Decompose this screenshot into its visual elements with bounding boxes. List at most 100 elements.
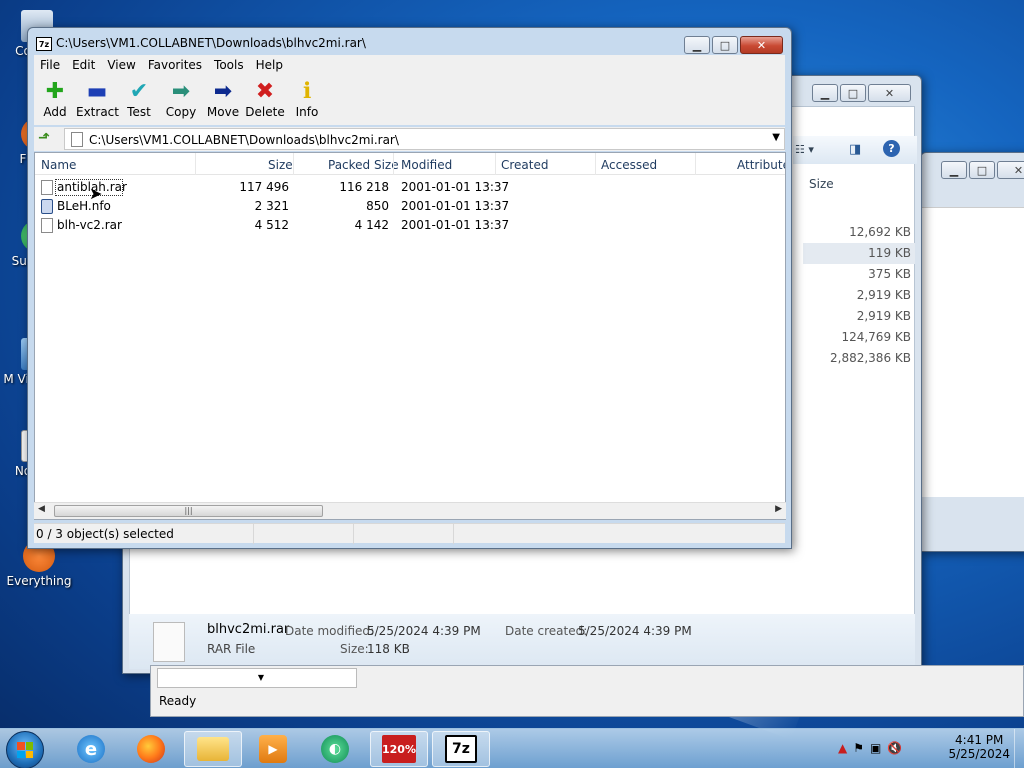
column-modified[interactable]: Modified	[401, 158, 452, 172]
chat-icon: ◐	[321, 735, 349, 763]
scroll-right-arrow-icon[interactable]: ▶	[775, 504, 782, 514]
lower-window[interactable]: ▼ Ready	[150, 665, 1024, 717]
menu-view[interactable]: View	[101, 55, 141, 75]
help-icon[interactable]: ?	[883, 140, 900, 157]
menu-help[interactable]: Help	[250, 55, 289, 75]
folder-icon	[197, 737, 229, 761]
close-button[interactable]: ✕	[997, 161, 1024, 179]
details-filename: blhvc2mi.rar	[207, 622, 290, 637]
view-options-icon[interactable]: ☷ ▾	[795, 143, 814, 156]
horizontal-scrollbar[interactable]: ◀ ||| ▶	[34, 502, 786, 519]
up-folder-icon[interactable]: ⬏	[38, 130, 56, 148]
maximize-button[interactable]: □	[969, 161, 995, 179]
scrollbar-thumb[interactable]: |||	[54, 505, 323, 517]
column-accessed[interactable]: Accessed	[601, 158, 657, 172]
column-packed-size[interactable]: Packed Size	[328, 158, 399, 172]
arrow-right-icon: ➡	[171, 79, 191, 104]
file-modified: 2001-01-01 13:37	[401, 180, 510, 194]
move-button[interactable]: ➡ Move	[202, 75, 244, 125]
size-label: Size:	[340, 642, 369, 656]
date-modified-label: Date modified:	[285, 624, 375, 638]
7zip-app-icon[interactable]: 7z	[36, 37, 52, 51]
show-desktop-button[interactable]	[1014, 729, 1024, 768]
volume-muted-icon[interactable]: 🔇	[887, 741, 902, 755]
delete-label: Delete	[245, 105, 285, 119]
acrobat-tray-icon[interactable]: ▲	[838, 741, 847, 755]
column-size[interactable]: Size	[268, 158, 293, 172]
window-title: C:\Users\VM1.COLLABNET\Downloads\blhvc2m…	[56, 36, 366, 50]
minimize-button[interactable]: ▁	[941, 161, 967, 179]
column-name[interactable]: Name	[41, 158, 76, 172]
column-attribute[interactable]: Attribute	[737, 158, 785, 172]
add-button[interactable]: ✚ Add	[34, 75, 76, 125]
close-button[interactable]: ✕	[740, 36, 783, 54]
clock[interactable]: 4:41 PM 5/25/2024	[948, 733, 1010, 761]
minimize-button[interactable]: ▁	[684, 36, 710, 54]
background-window-right[interactable]: ▁ □ ✕	[920, 152, 1024, 552]
file-name: blh-vc2.rar	[57, 218, 122, 232]
menu-favorites[interactable]: Favorites	[142, 55, 208, 75]
7zip-window[interactable]: 7z C:\Users\VM1.COLLABNET\Downloads\blhv…	[27, 27, 792, 549]
maximize-button[interactable]: □	[840, 84, 866, 102]
start-button[interactable]	[6, 731, 44, 768]
file-list[interactable]: Name Size Packed Size Modified Created A…	[34, 152, 786, 520]
file-icon	[71, 132, 83, 147]
menu-tools[interactable]: Tools	[208, 55, 250, 75]
delete-x-icon: ✖	[255, 79, 275, 104]
table-row[interactable]: blh-vc2.rar 4 512 4 142 2001-01-01 13:37	[35, 216, 785, 235]
taskbar-media-player[interactable]: ▶	[244, 731, 302, 767]
menu-file[interactable]: File	[34, 55, 66, 75]
size-cell: 12,692 KB	[849, 225, 911, 239]
address-field[interactable]: C:\Users\VM1.COLLABNET\Downloads\blhvc2m…	[64, 128, 785, 150]
dropdown[interactable]: ▼	[157, 668, 357, 688]
command-bar: ☷ ▾ ◨ ?	[793, 136, 917, 164]
close-button[interactable]: ✕	[868, 84, 911, 102]
copy-label: Copy	[165, 105, 197, 119]
menu-bar: File Edit View Favorites Tools Help	[34, 55, 785, 75]
acrobat-icon: 120%	[382, 735, 416, 763]
details-pane: blhvc2mi.rar RAR File Date modified: 5/2…	[129, 614, 915, 669]
chevron-down-icon[interactable]: ▼	[772, 132, 780, 143]
maximize-button[interactable]: □	[712, 36, 738, 54]
size-cell: 2,919 KB	[856, 309, 911, 323]
7zip-icon: 7z	[445, 735, 477, 763]
network-icon[interactable]: ▣	[870, 741, 881, 755]
move-label: Move	[206, 105, 240, 119]
date-modified-value: 5/25/2024 4:39 PM	[367, 624, 481, 638]
taskbar-firefox[interactable]	[122, 731, 180, 767]
scroll-left-arrow-icon[interactable]: ◀	[38, 504, 45, 514]
plus-icon: ✚	[45, 79, 65, 104]
file-size: 117 496	[239, 180, 289, 194]
extract-button[interactable]: ▬ Extract	[76, 75, 119, 125]
column-created[interactable]: Created	[501, 158, 549, 172]
file-packed-size: 850	[366, 199, 389, 213]
minimize-button[interactable]: ▁	[812, 84, 838, 102]
taskbar-explorer[interactable]	[184, 731, 242, 767]
address-text: C:\Users\VM1.COLLABNET\Downloads\blhvc2m…	[89, 133, 399, 147]
window-content	[921, 207, 1024, 497]
taskbar-acrobat[interactable]: 120%	[370, 731, 428, 767]
file-icon	[41, 180, 53, 195]
file-icon	[41, 218, 53, 233]
system-tray: ▲ ⚑ ▣ 🔇	[838, 741, 902, 755]
taskbar-7zip[interactable]: 7z	[432, 731, 490, 767]
copy-button[interactable]: ➡ Copy	[160, 75, 202, 125]
table-row[interactable]: BLeH.nfo 2 321 850 2001-01-01 13:37	[35, 197, 785, 216]
size-cell: 2,919 KB	[856, 288, 911, 302]
toolbar: ✚ Add ▬ Extract ✔ Test ➡ Copy ➡ Move ✖ D…	[34, 75, 785, 125]
taskbar-chat[interactable]: ◐	[306, 731, 364, 767]
delete-button[interactable]: ✖ Delete	[244, 75, 286, 125]
size-cell: 124,769 KB	[841, 330, 911, 344]
details-filetype: RAR File	[207, 642, 256, 656]
taskbar-ie[interactable]: e	[62, 731, 120, 767]
table-row[interactable]: antiblah.rar 117 496 116 218 2001-01-01 …	[35, 178, 785, 197]
info-button[interactable]: ℹ Info	[286, 75, 328, 125]
desktop-icon-label: Everything	[6, 574, 72, 588]
minus-icon: ▬	[86, 79, 108, 104]
size-column-header[interactable]: Size	[809, 177, 834, 191]
action-center-flag-icon[interactable]: ⚑	[853, 741, 864, 755]
list-header: Name Size Packed Size Modified Created A…	[35, 153, 785, 175]
test-button[interactable]: ✔ Test	[118, 75, 160, 125]
menu-edit[interactable]: Edit	[66, 55, 101, 75]
preview-pane-icon[interactable]: ◨	[849, 142, 861, 157]
